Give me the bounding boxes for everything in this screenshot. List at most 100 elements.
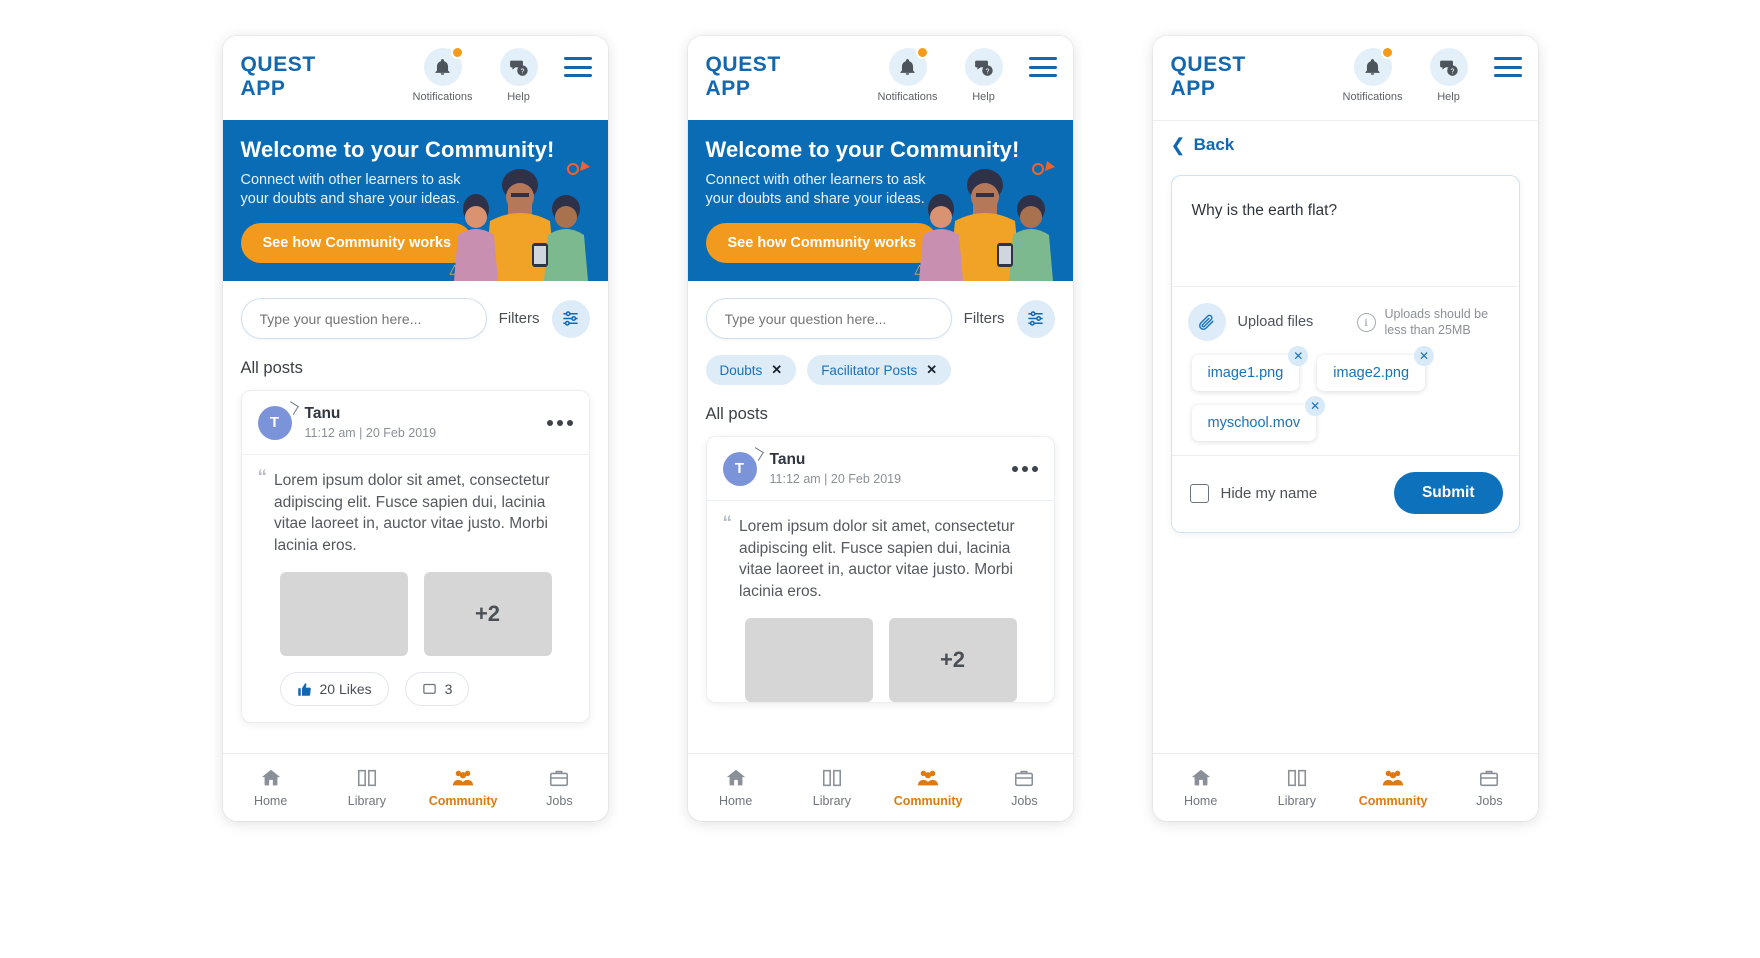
notifications-button[interactable]: Notifications: [877, 46, 939, 103]
nav-label-community: Community: [893, 794, 963, 808]
chat-question-icon: ?: [499, 48, 538, 86]
submit-row: Hide my name Submit: [1171, 455, 1519, 532]
filters-button[interactable]: [551, 299, 590, 338]
more-options-icon[interactable]: [546, 419, 573, 426]
notification-badge-dot: [915, 46, 929, 59]
nav-label-jobs: Jobs: [1011, 794, 1038, 808]
help-button[interactable]: ? Help: [1418, 48, 1480, 103]
nav-item-jobs[interactable]: Jobs: [1441, 767, 1537, 808]
post-timestamp: 11:12 am | 20 Feb 2019: [304, 426, 437, 440]
nav-item-jobs[interactable]: Jobs: [976, 767, 1072, 808]
comment-button[interactable]: 3: [404, 672, 470, 706]
comment-count-label: 3: [444, 681, 453, 697]
notifications-button[interactable]: Notifications: [412, 46, 474, 103]
nav-label-jobs: Jobs: [546, 794, 573, 808]
back-button[interactable]: ❮ Back: [1152, 120, 1538, 167]
question-input[interactable]: Why is the earth flat?: [1172, 176, 1519, 286]
nav-label-home: Home: [718, 794, 753, 808]
file-chip[interactable]: image1.png ✕: [1191, 346, 1309, 391]
notification-badge-dot: [450, 46, 464, 59]
attachment-overflow[interactable]: +2: [423, 572, 552, 656]
svg-text:?: ?: [1450, 68, 1454, 75]
help-button[interactable]: ? Help: [953, 48, 1015, 103]
notifications-button[interactable]: Notifications: [1342, 46, 1404, 103]
logo-line-2: APP: [1170, 77, 1216, 100]
logo-line-1: QUEST: [705, 53, 781, 76]
ask-question-card: Why is the earth flat? Upload files i Up…: [1170, 175, 1520, 533]
avatar: T: [722, 451, 757, 486]
bell-icon: [423, 46, 464, 86]
nav-item-community[interactable]: Community: [880, 767, 976, 808]
more-options-icon[interactable]: [1011, 465, 1038, 472]
post-body: “ Lorem ipsum dolor sit amet, consectetu…: [242, 455, 589, 556]
search-row: Filters: [688, 281, 1073, 339]
uploaded-files-list: image1.png ✕ image2.png ✕ myschool.mov ✕: [1172, 341, 1519, 449]
bottom-navigation: Home Library Community Jobs: [222, 753, 608, 821]
nav-item-home[interactable]: Home: [688, 767, 784, 808]
like-count-label: 20 Likes: [319, 681, 372, 697]
nav-item-community[interactable]: Community: [415, 767, 511, 808]
notifications-label: Notifications: [412, 91, 473, 103]
attachment-overflow[interactable]: +2: [888, 618, 1017, 702]
filter-chip-facilitator-posts[interactable]: Facilitator Posts ✕: [807, 355, 952, 385]
logo-line-2: APP: [705, 77, 751, 100]
close-x-icon[interactable]: ✕: [926, 362, 937, 378]
header-actions: Notifications ? Help: [877, 46, 1057, 103]
nav-label-community: Community: [1358, 794, 1428, 808]
like-button[interactable]: 20 Likes: [279, 672, 389, 706]
phone-mockup-ask-question: QUEST APP Notifications ? Help ❮ Back Wh…: [1152, 36, 1538, 821]
nav-label-library: Library: [347, 794, 386, 808]
nav-item-home[interactable]: Home: [223, 767, 319, 808]
close-x-icon[interactable]: ✕: [1305, 396, 1326, 416]
search-input[interactable]: [705, 298, 952, 339]
post-header: T Tanu 11:12 am | 20 Feb 2019: [707, 437, 1054, 500]
close-x-icon[interactable]: ✕: [771, 362, 782, 378]
close-x-icon[interactable]: ✕: [1288, 346, 1309, 366]
notifications-label: Notifications: [877, 91, 938, 103]
upload-files-label: Upload files: [1237, 314, 1314, 330]
logo-line-2: APP: [240, 77, 286, 100]
post-attachments: +2: [242, 556, 589, 656]
hamburger-menu-icon[interactable]: [1493, 57, 1522, 77]
paperclip-icon[interactable]: [1187, 303, 1226, 341]
filter-chip-doubts[interactable]: Doubts ✕: [705, 355, 797, 385]
phone-mockup-filtered-feed: QUEST APP Notifications ? Help Welcome t…: [687, 36, 1073, 821]
post-author-name: Tanu: [304, 405, 341, 422]
screenshot-stage: QUEST APP Notifications ? Help Welcome t…: [0, 0, 1760, 958]
upload-hint-text: Uploads should be less than 25MB: [1384, 307, 1489, 337]
nav-item-library[interactable]: Library: [319, 767, 415, 808]
app-logo: QUEST APP: [706, 50, 781, 99]
hamburger-menu-icon[interactable]: [1028, 57, 1057, 77]
filters-button[interactable]: [1016, 299, 1055, 338]
file-chip[interactable]: myschool.mov ✕: [1191, 396, 1326, 441]
help-label: Help: [972, 91, 995, 103]
nav-item-home[interactable]: Home: [1153, 767, 1249, 808]
post-body: “ Lorem ipsum dolor sit amet, consectetu…: [707, 501, 1054, 602]
nav-label-home: Home: [253, 794, 288, 808]
close-x-icon[interactable]: ✕: [1414, 346, 1435, 366]
submit-button[interactable]: Submit: [1393, 472, 1503, 514]
file-chip[interactable]: image2.png ✕: [1317, 346, 1435, 391]
nav-label-library: Library: [1277, 794, 1316, 808]
attachment-thumbnail[interactable]: [744, 618, 873, 702]
nav-item-library[interactable]: Library: [1249, 767, 1345, 808]
search-input[interactable]: [240, 298, 487, 339]
logo-line-1: QUEST: [1170, 53, 1246, 76]
attachment-thumbnail[interactable]: [279, 572, 408, 656]
help-label: Help: [1437, 91, 1460, 103]
svg-text:?: ?: [985, 68, 989, 75]
hide-my-name-checkbox[interactable]: [1189, 483, 1209, 503]
bottom-navigation: Home Library Community Jobs: [687, 753, 1073, 821]
filters-label: Filters: [498, 310, 540, 327]
bell-icon: [888, 46, 929, 86]
back-label: Back: [1193, 135, 1235, 154]
nav-item-jobs[interactable]: Jobs: [511, 767, 607, 808]
nav-item-community[interactable]: Community: [1345, 767, 1441, 808]
chevron-left-icon: ❮: [1170, 135, 1186, 155]
post-card: T Tanu 11:12 am | 20 Feb 2019 “ Lorem ip…: [240, 390, 590, 723]
app-header: QUEST APP Notifications ? Help: [687, 36, 1073, 120]
hamburger-menu-icon[interactable]: [563, 57, 592, 77]
help-button[interactable]: ? Help: [488, 48, 550, 103]
nav-item-library[interactable]: Library: [784, 767, 880, 808]
